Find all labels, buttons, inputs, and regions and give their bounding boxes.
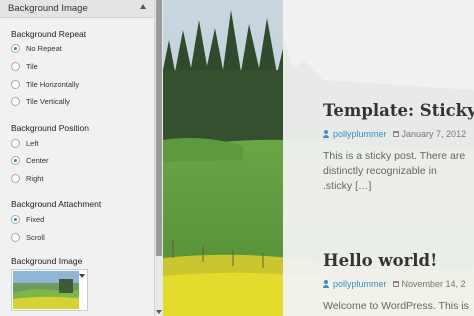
post-date-link[interactable]: January 7, 2012 <box>402 129 467 139</box>
radio-tile[interactable]: Tile <box>11 60 38 72</box>
user-icon <box>323 130 330 138</box>
scrollbar-thumb[interactable] <box>156 0 162 256</box>
radio-button[interactable] <box>11 173 20 183</box>
section-title: Background Image <box>8 3 88 14</box>
radio-fixed[interactable]: Fixed <box>11 213 44 225</box>
section-header-background-image[interactable]: Background Image <box>0 0 154 18</box>
radio-label: Left <box>26 138 39 148</box>
scroll-down-arrow-icon[interactable] <box>156 310 162 314</box>
radio-button-checked[interactable] <box>11 155 20 165</box>
background-position-label: Background Position <box>11 123 89 133</box>
radio-label: Scroll <box>26 232 45 242</box>
radio-label: Right <box>26 173 44 183</box>
radio-no-repeat[interactable]: No Repeat <box>11 42 62 54</box>
content-column: Template: Sticky pollyplummer January 7,… <box>283 0 474 316</box>
post-date-link[interactable]: November 14, 2 <box>402 279 466 289</box>
post-meta: pollyplummer January 7, 2012 <box>323 129 466 139</box>
radio-button-checked[interactable] <box>11 43 20 53</box>
radio-label: Center <box>26 155 49 165</box>
background-image-label: Background Image <box>11 256 83 266</box>
radio-tile-horizontally[interactable]: Tile Horizontally <box>11 78 79 90</box>
radio-center[interactable]: Center <box>11 154 49 166</box>
post-title-link[interactable]: Hello world! <box>323 251 437 270</box>
radio-label: No Repeat <box>26 43 62 53</box>
collapse-arrow-icon[interactable] <box>140 4 146 9</box>
radio-left[interactable]: Left <box>11 137 39 149</box>
customizer-panel: Background Image Background Repeat No Re… <box>0 0 154 316</box>
radio-label: Tile <box>26 61 38 71</box>
post-meta: pollyplummer November 14, 2 <box>323 279 466 289</box>
radio-label: Tile Horizontally <box>26 79 80 89</box>
radio-button[interactable] <box>11 79 20 89</box>
post-excerpt-line: This is a sticky post. There are <box>323 150 466 162</box>
post-title-link[interactable]: Template: Sticky <box>323 101 474 120</box>
author-link[interactable]: pollyplummer <box>333 129 387 139</box>
radio-button[interactable] <box>11 96 20 106</box>
radio-right[interactable]: Right <box>11 172 44 184</box>
background-repeat-label: Background Repeat <box>11 29 87 39</box>
background-image-picker[interactable] <box>11 269 88 311</box>
radio-button-checked[interactable] <box>11 214 20 224</box>
post-excerpt-line: Welcome to WordPress. This is <box>323 300 469 312</box>
radio-scroll[interactable]: Scroll <box>11 231 45 243</box>
radio-button[interactable] <box>11 138 20 148</box>
radio-label: Fixed <box>26 214 45 224</box>
dropdown-arrow-icon[interactable] <box>79 274 85 278</box>
user-icon <box>323 280 330 288</box>
site-preview: Template: Sticky pollyplummer January 7,… <box>163 0 474 316</box>
calendar-icon <box>392 131 399 137</box>
post-excerpt-line: .sticky […] <box>323 180 372 192</box>
background-image-thumbnail[interactable] <box>13 271 79 309</box>
background-attachment-label: Background Attachment <box>11 199 102 209</box>
radio-tile-vertically[interactable]: Tile Vertically <box>11 95 70 107</box>
author-link[interactable]: pollyplummer <box>333 279 387 289</box>
radio-button[interactable] <box>11 232 20 242</box>
post-excerpt-line: distinctly recognizable in <box>323 165 437 177</box>
panel-scrollbar[interactable] <box>154 0 163 316</box>
radio-button[interactable] <box>11 61 20 71</box>
calendar-icon <box>392 281 399 287</box>
radio-label: Tile Vertically <box>26 96 70 106</box>
